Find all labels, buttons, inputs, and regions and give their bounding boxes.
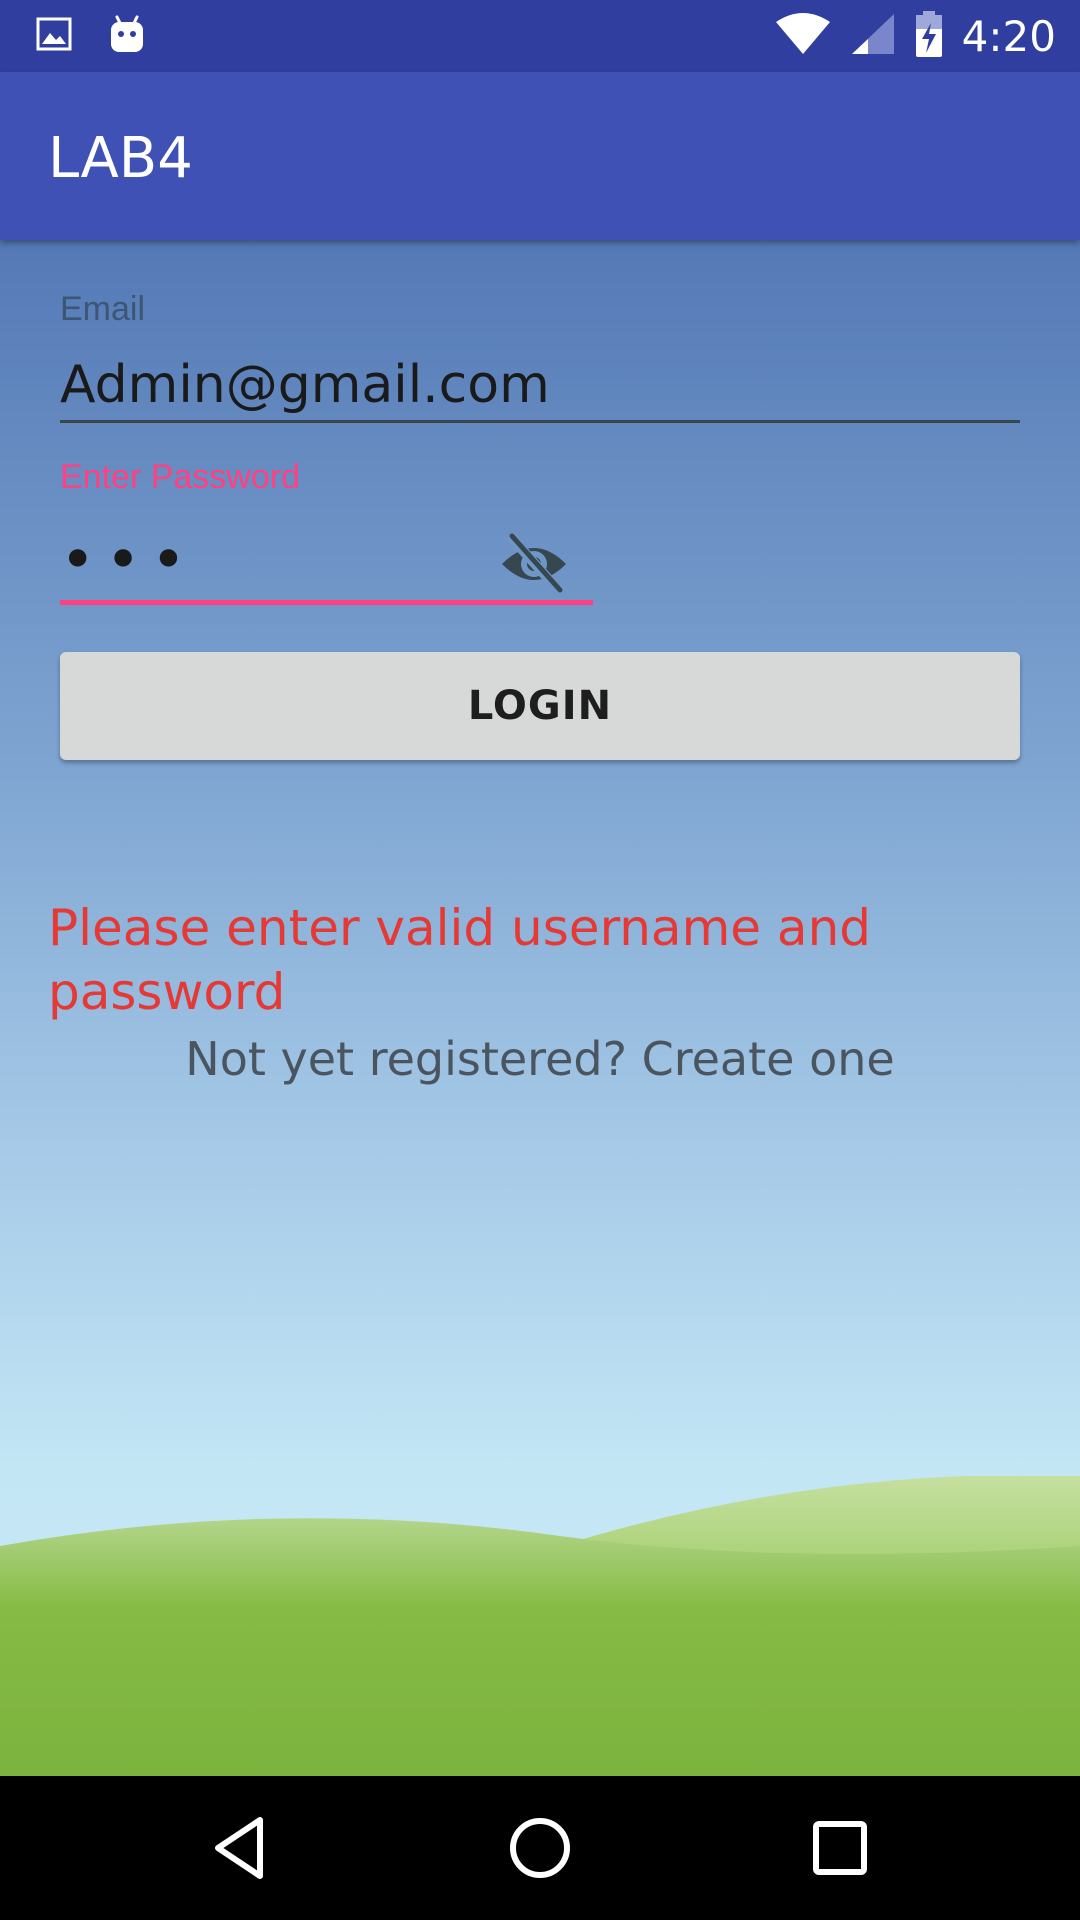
register-link[interactable]: Not yet registered? Create one: [0, 1032, 1080, 1086]
error-message: Please enter valid username and password: [48, 899, 871, 1021]
battery-charging-icon: [914, 9, 944, 64]
home-icon[interactable]: [504, 1812, 576, 1884]
password-label: Enter Password: [60, 458, 300, 496]
email-label: Email: [60, 290, 146, 328]
recents-icon[interactable]: [804, 1812, 876, 1884]
back-icon[interactable]: [206, 1812, 278, 1884]
hills-background: [0, 1476, 1080, 1776]
android-icon: [108, 14, 146, 59]
app-bar: LAB4: [0, 72, 1080, 240]
login-button[interactable]: LOGIN: [60, 652, 1020, 760]
eye-off-icon[interactable]: [498, 528, 570, 600]
wifi-icon: [774, 12, 832, 61]
email-field[interactable]: [60, 350, 1020, 423]
app-title: LAB4: [48, 126, 193, 191]
login-screen: Email Enter Password LOGIN Please enter …: [0, 240, 1080, 1776]
navigation-bar: [0, 1776, 1080, 1920]
image-icon: [36, 17, 72, 56]
status-bar: 4:20: [0, 0, 1080, 72]
signal-icon: [850, 12, 896, 61]
status-time: 4:20: [961, 11, 1056, 61]
